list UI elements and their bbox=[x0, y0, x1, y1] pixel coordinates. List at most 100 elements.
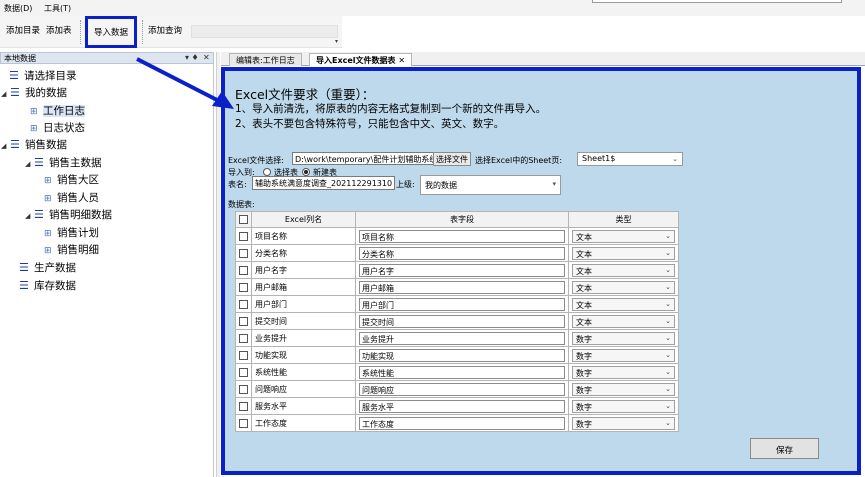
table-field-input[interactable]: 提交时间 bbox=[359, 314, 565, 328]
type-select[interactable]: 文本 ⌄ bbox=[572, 280, 675, 294]
table-field-cell: 系统性能 bbox=[355, 363, 569, 381]
row-checkbox[interactable] bbox=[239, 333, 248, 343]
tree-node[interactable]: ⊞ 销售计划 bbox=[44, 225, 99, 242]
close-icon[interactable]: ✕ bbox=[398, 56, 405, 65]
tab-import-excel[interactable]: 导入Excel文件数据表 ✕ bbox=[309, 53, 413, 66]
type-select[interactable]: 数字 ⌄ bbox=[572, 365, 675, 379]
toolbar-overflow-icon[interactable]: ▾ bbox=[335, 38, 338, 45]
header-table-field: 表字段 bbox=[355, 211, 569, 228]
select-all-checkbox[interactable] bbox=[239, 215, 248, 224]
type-select[interactable]: 数字 ⌄ bbox=[572, 399, 675, 413]
tree-node[interactable]: ⊞ 销售大区 bbox=[44, 172, 99, 189]
table-field-input[interactable]: 用户部门 bbox=[359, 297, 565, 311]
row-checkbox[interactable] bbox=[239, 248, 248, 258]
table-field-input[interactable]: 系统性能 bbox=[359, 365, 565, 379]
row-checkbox[interactable] bbox=[239, 350, 248, 360]
radio-new-table[interactable] bbox=[302, 168, 310, 176]
type-select[interactable]: 数字 ⌄ bbox=[572, 382, 675, 396]
list-icon: ☰ bbox=[19, 261, 29, 274]
expand-triangle-icon[interactable]: ◢ bbox=[1, 142, 10, 150]
menu-tools[interactable]: 工具(T) bbox=[44, 3, 71, 14]
file-path-input[interactable]: D:\work\temporary\配件计划辅助系统 bbox=[292, 152, 435, 165]
panel-splitter[interactable] bbox=[216, 52, 220, 477]
row-checkbox[interactable] bbox=[239, 384, 248, 394]
choose-file-button[interactable]: 选择文件 bbox=[433, 152, 471, 166]
data-tree: ☰ 请选择目录 ◢ ☰ 我的数据 ⊞ 工作日志 ⊞ 日志状态 ◢ ☰ 销售数据 ◢ ☰ 销售主数据… bbox=[0, 64, 214, 477]
type-select[interactable]: 数字 ⌄ bbox=[572, 348, 675, 362]
table-field-input[interactable]: 用户邮箱 bbox=[359, 280, 565, 294]
row-checkbox[interactable] bbox=[239, 282, 248, 292]
table-field-input[interactable]: 问题响应 bbox=[359, 382, 565, 396]
tree-node[interactable]: ☰ 库存数据 bbox=[19, 278, 76, 295]
table-field-cell: 业务提升 bbox=[355, 329, 569, 347]
type-cell: 文本 ⌄ bbox=[568, 261, 679, 279]
add-table-button[interactable]: 添加表 bbox=[46, 24, 72, 36]
table-row: 分类名称 分类名称 文本 ⌄ bbox=[235, 244, 679, 262]
row-checkbox[interactable] bbox=[239, 418, 248, 428]
table-field-input[interactable]: 分类名称 bbox=[359, 246, 565, 260]
row-checkbox[interactable] bbox=[239, 367, 248, 377]
pin-icon[interactable]: ▾ ♦ bbox=[185, 53, 199, 62]
add-directory-button[interactable]: 添加目录 bbox=[6, 24, 40, 36]
list-icon: ☰ bbox=[10, 86, 20, 99]
type-select[interactable]: 数字 ⌄ bbox=[572, 331, 675, 345]
expand-triangle-icon[interactable]: ◢ bbox=[1, 90, 10, 98]
table-field-input[interactable]: 业务提升 bbox=[359, 331, 565, 345]
expand-triangle-icon[interactable]: ◢ bbox=[25, 212, 34, 220]
table-field-input[interactable]: 项目名称 bbox=[359, 229, 565, 243]
type-select[interactable]: 文本 ⌄ bbox=[572, 263, 675, 277]
list-icon: ☰ bbox=[19, 279, 29, 292]
type-select[interactable]: 文本 ⌄ bbox=[572, 314, 675, 328]
type-select[interactable]: 文本 ⌄ bbox=[572, 246, 675, 260]
row-checkbox[interactable] bbox=[239, 299, 248, 309]
table-row: 用户邮箱 用户邮箱 文本 ⌄ bbox=[235, 278, 679, 296]
chevron-down-icon: ⌄ bbox=[665, 367, 671, 376]
menu-data[interactable]: 数据(D) bbox=[4, 3, 32, 14]
import-data-button[interactable]: 导入数据 bbox=[85, 16, 137, 48]
type-cell: 文本 ⌄ bbox=[568, 244, 679, 262]
local-data-panel-header: 本地数据 ▾ ♦ ✕ bbox=[0, 52, 214, 64]
row-checkbox[interactable] bbox=[239, 231, 248, 241]
table-row: 用户名字 用户名字 文本 ⌄ bbox=[235, 261, 679, 279]
tree-node[interactable]: ◢ ☰ 销售数据 bbox=[1, 137, 67, 154]
row-checkbox[interactable] bbox=[239, 401, 248, 411]
table-field-input[interactable]: 工作态度 bbox=[359, 416, 565, 430]
table-field-cell: 服务水平 bbox=[355, 397, 569, 415]
excel-column-cell: 功能实现 bbox=[251, 346, 356, 364]
table-field-input[interactable]: 功能实现 bbox=[359, 348, 565, 362]
sheet-select[interactable]: Sheet1$ ⌄ bbox=[577, 152, 683, 166]
parent-select[interactable]: 我的数据 ▾ bbox=[420, 175, 561, 195]
tree-node[interactable]: ◢ ☰ 销售明细数据 bbox=[25, 207, 112, 224]
header-excel-column: Excel列名 bbox=[251, 211, 356, 228]
tree-node[interactable]: ☰ 生产数据 bbox=[19, 260, 76, 277]
parent-label: 上级: bbox=[396, 180, 415, 189]
excel-column-cell: 用户邮箱 bbox=[251, 278, 356, 296]
save-button[interactable]: 保存 bbox=[750, 438, 819, 459]
tree-node[interactable]: ⊞ 日志状态 bbox=[30, 120, 85, 137]
row-checkbox[interactable] bbox=[239, 265, 248, 275]
close-icon[interactable]: ✕ bbox=[203, 53, 210, 62]
table-icon: ⊞ bbox=[30, 107, 38, 117]
radio-existing-table[interactable] bbox=[263, 168, 271, 176]
toolbar-search-box[interactable] bbox=[191, 25, 338, 38]
table-field-input[interactable]: 服务水平 bbox=[359, 399, 565, 413]
tree-node[interactable]: ☰ 请选择目录 bbox=[9, 68, 77, 85]
row-checkbox[interactable] bbox=[239, 316, 248, 326]
tree-node[interactable]: ⊞ 销售明细 bbox=[44, 242, 99, 259]
type-select[interactable]: 数字 ⌄ bbox=[572, 416, 675, 430]
table-name-input[interactable]: 辅助系统满意度调查_202112291310 bbox=[252, 176, 395, 190]
excel-column-cell: 工作态度 bbox=[251, 414, 356, 432]
tree-node[interactable]: ◢ ☰ 我的数据 bbox=[1, 85, 67, 102]
header-type: 类型 bbox=[568, 211, 679, 228]
type-select[interactable]: 文本 ⌄ bbox=[572, 297, 675, 311]
type-cell: 数字 ⌄ bbox=[568, 397, 679, 415]
table-field-input[interactable]: 用户名字 bbox=[359, 263, 565, 277]
add-query-button[interactable]: 添加查询 bbox=[148, 24, 182, 36]
row-checkbox-cell bbox=[235, 380, 252, 398]
tree-node[interactable]: ◢ ☰ 销售主数据 bbox=[25, 155, 102, 172]
expand-triangle-icon[interactable]: ◢ bbox=[25, 160, 34, 168]
tab-edit-table[interactable]: 编辑表:工作日志 bbox=[229, 53, 302, 66]
tree-node[interactable]: ⊞ 销售人员 bbox=[44, 190, 99, 207]
type-select[interactable]: 文本 ⌄ bbox=[572, 229, 675, 243]
tree-node[interactable]: ⊞ 工作日志 bbox=[30, 103, 85, 120]
